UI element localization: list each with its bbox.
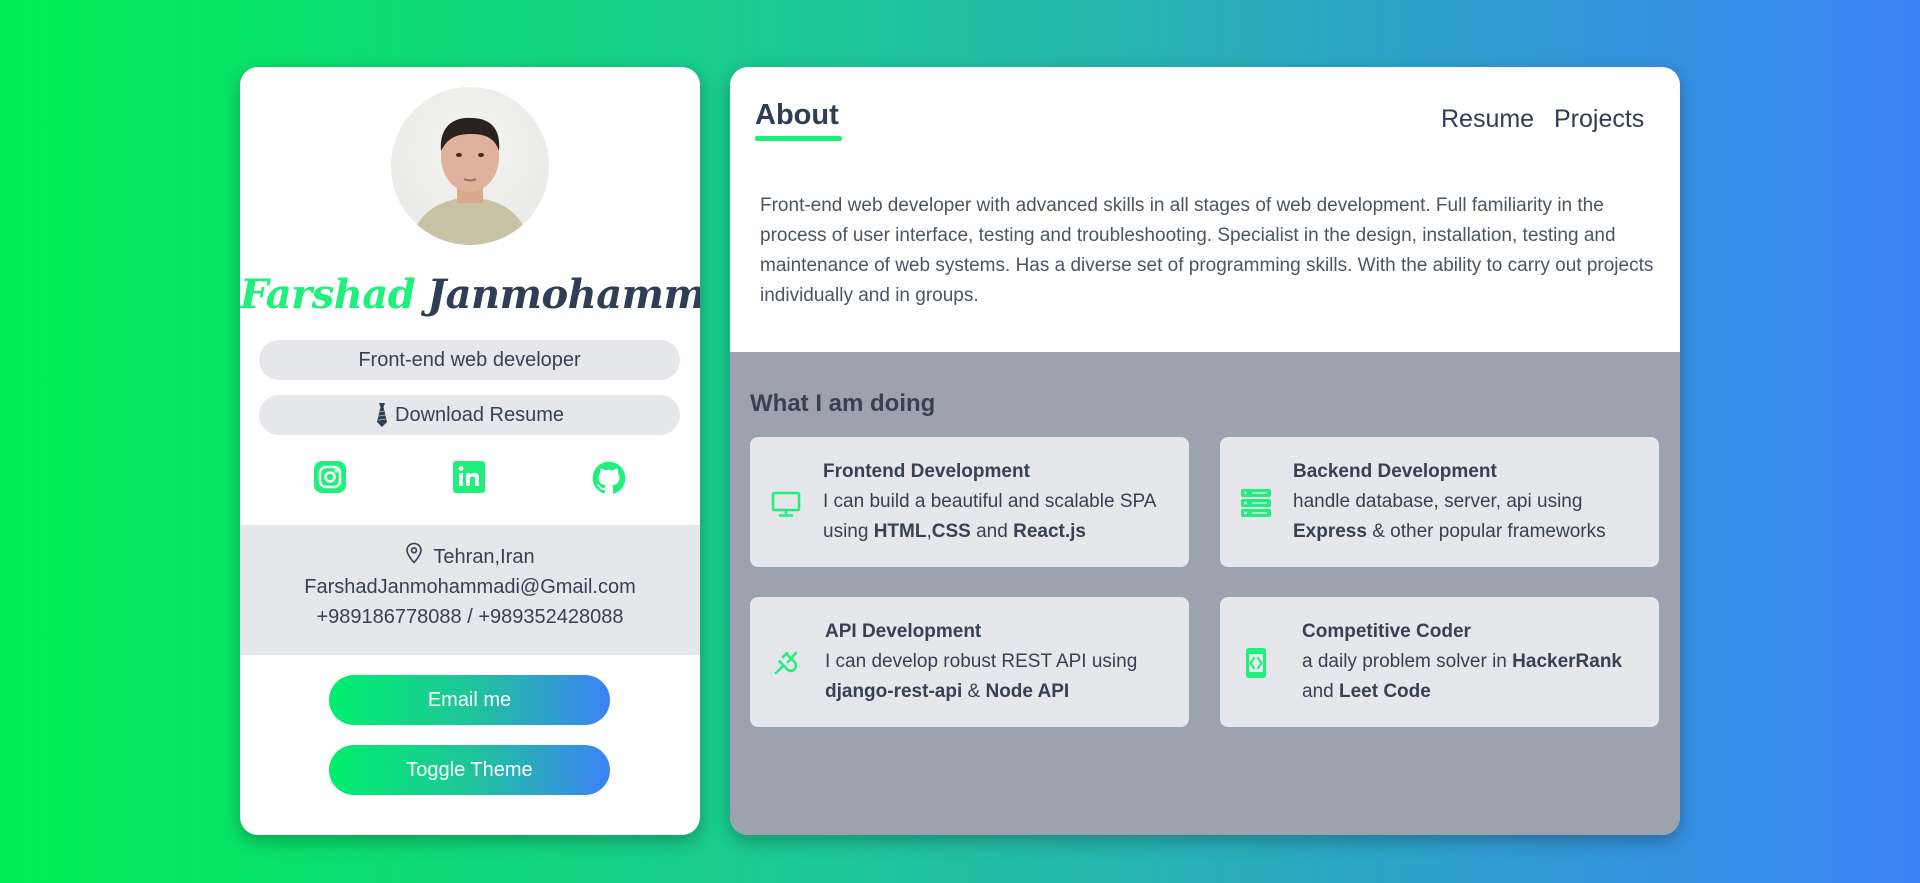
page-title: About	[755, 99, 839, 131]
service-card-competitive: Competitive Coder a daily problem solver…	[1220, 597, 1659, 727]
service-text: Frontend Development I can build a beaut…	[823, 457, 1179, 547]
service-desc: and	[970, 521, 1014, 542]
avatar	[391, 87, 549, 245]
monitor-icon	[770, 487, 802, 519]
service-keyword: HackerRank	[1512, 651, 1622, 672]
download-resume-label: Download Resume	[395, 403, 564, 426]
service-keyword: Express	[1293, 521, 1367, 542]
plug-icon	[770, 647, 802, 679]
profile-name: FarshadJanmohammadi	[240, 271, 700, 318]
avatar-photo	[411, 117, 529, 245]
nav-resume-link[interactable]: Resume	[1441, 105, 1534, 134]
necktie-icon	[375, 402, 389, 428]
service-desc: a daily problem solver in	[1302, 651, 1513, 672]
location-line: Tehran,Iran	[240, 542, 700, 572]
github-icon[interactable]	[592, 461, 626, 494]
service-keyword: HTML	[873, 521, 927, 542]
service-desc: &	[962, 681, 986, 702]
first-name: Farshad	[240, 271, 416, 318]
role-badge: Front-end web developer	[259, 340, 680, 380]
service-desc: & other popular frameworks	[1366, 521, 1606, 542]
server-icon	[1240, 487, 1272, 519]
role-label: Front-end web developer	[358, 348, 581, 371]
service-desc: I can develop robust REST API using	[825, 651, 1138, 672]
contact-info: Tehran,Iran FarshadJanmohammadi@Gmail.co…	[240, 525, 700, 655]
service-text: Backend Development handle database, ser…	[1293, 457, 1649, 547]
service-card-frontend: Frontend Development I can build a beaut…	[750, 437, 1189, 567]
service-keyword: React.js	[1013, 521, 1086, 542]
service-title: API Development	[825, 621, 982, 642]
service-keyword: django-rest-api	[825, 681, 963, 702]
nav-projects-link[interactable]: Projects	[1554, 105, 1644, 134]
service-keyword: Leet Code	[1338, 681, 1431, 702]
toggle-theme-button[interactable]: Toggle Theme	[329, 745, 610, 795]
location-text: Tehran,Iran	[433, 546, 535, 568]
service-desc: handle database, server, api using	[1293, 491, 1583, 512]
service-title: Backend Development	[1293, 461, 1497, 482]
service-card-api: API Development I can develop robust RES…	[750, 597, 1189, 727]
service-title: Frontend Development	[823, 461, 1030, 482]
download-resume-button[interactable]: Download Resume	[259, 395, 680, 435]
service-keyword: Node API	[985, 681, 1070, 702]
section-title: What I am doing	[750, 390, 936, 417]
service-desc: and	[1302, 681, 1339, 702]
email-address: FarshadJanmohammadi@Gmail.com	[304, 576, 636, 598]
last-name: Janmohammadi	[427, 271, 700, 318]
instagram-icon[interactable]	[314, 461, 346, 493]
title-underline	[755, 136, 842, 141]
service-title: Competitive Coder	[1302, 621, 1471, 642]
linkedin-icon[interactable]	[453, 461, 485, 493]
email-me-button[interactable]: Email me	[329, 675, 610, 725]
what-i-am-doing-section: What I am doing Frontend Development I c…	[730, 352, 1680, 835]
profile-card: FarshadJanmohammadi Front-end web develo…	[240, 67, 700, 835]
service-card-backend: Backend Development handle database, ser…	[1220, 437, 1659, 567]
code-icon	[1240, 647, 1272, 679]
service-text: API Development I can develop robust RES…	[825, 617, 1179, 707]
about-paragraph: Front-end web developer with advanced sk…	[760, 195, 1654, 306]
main-card: About Resume Projects Front-end web deve…	[730, 67, 1680, 835]
phone-numbers: +989186778088 / +989352428088	[316, 606, 624, 628]
social-links	[240, 461, 700, 501]
location-pin-icon	[405, 542, 423, 573]
service-keyword: CSS	[931, 521, 971, 542]
service-text: Competitive Coder a daily problem solver…	[1302, 617, 1649, 707]
